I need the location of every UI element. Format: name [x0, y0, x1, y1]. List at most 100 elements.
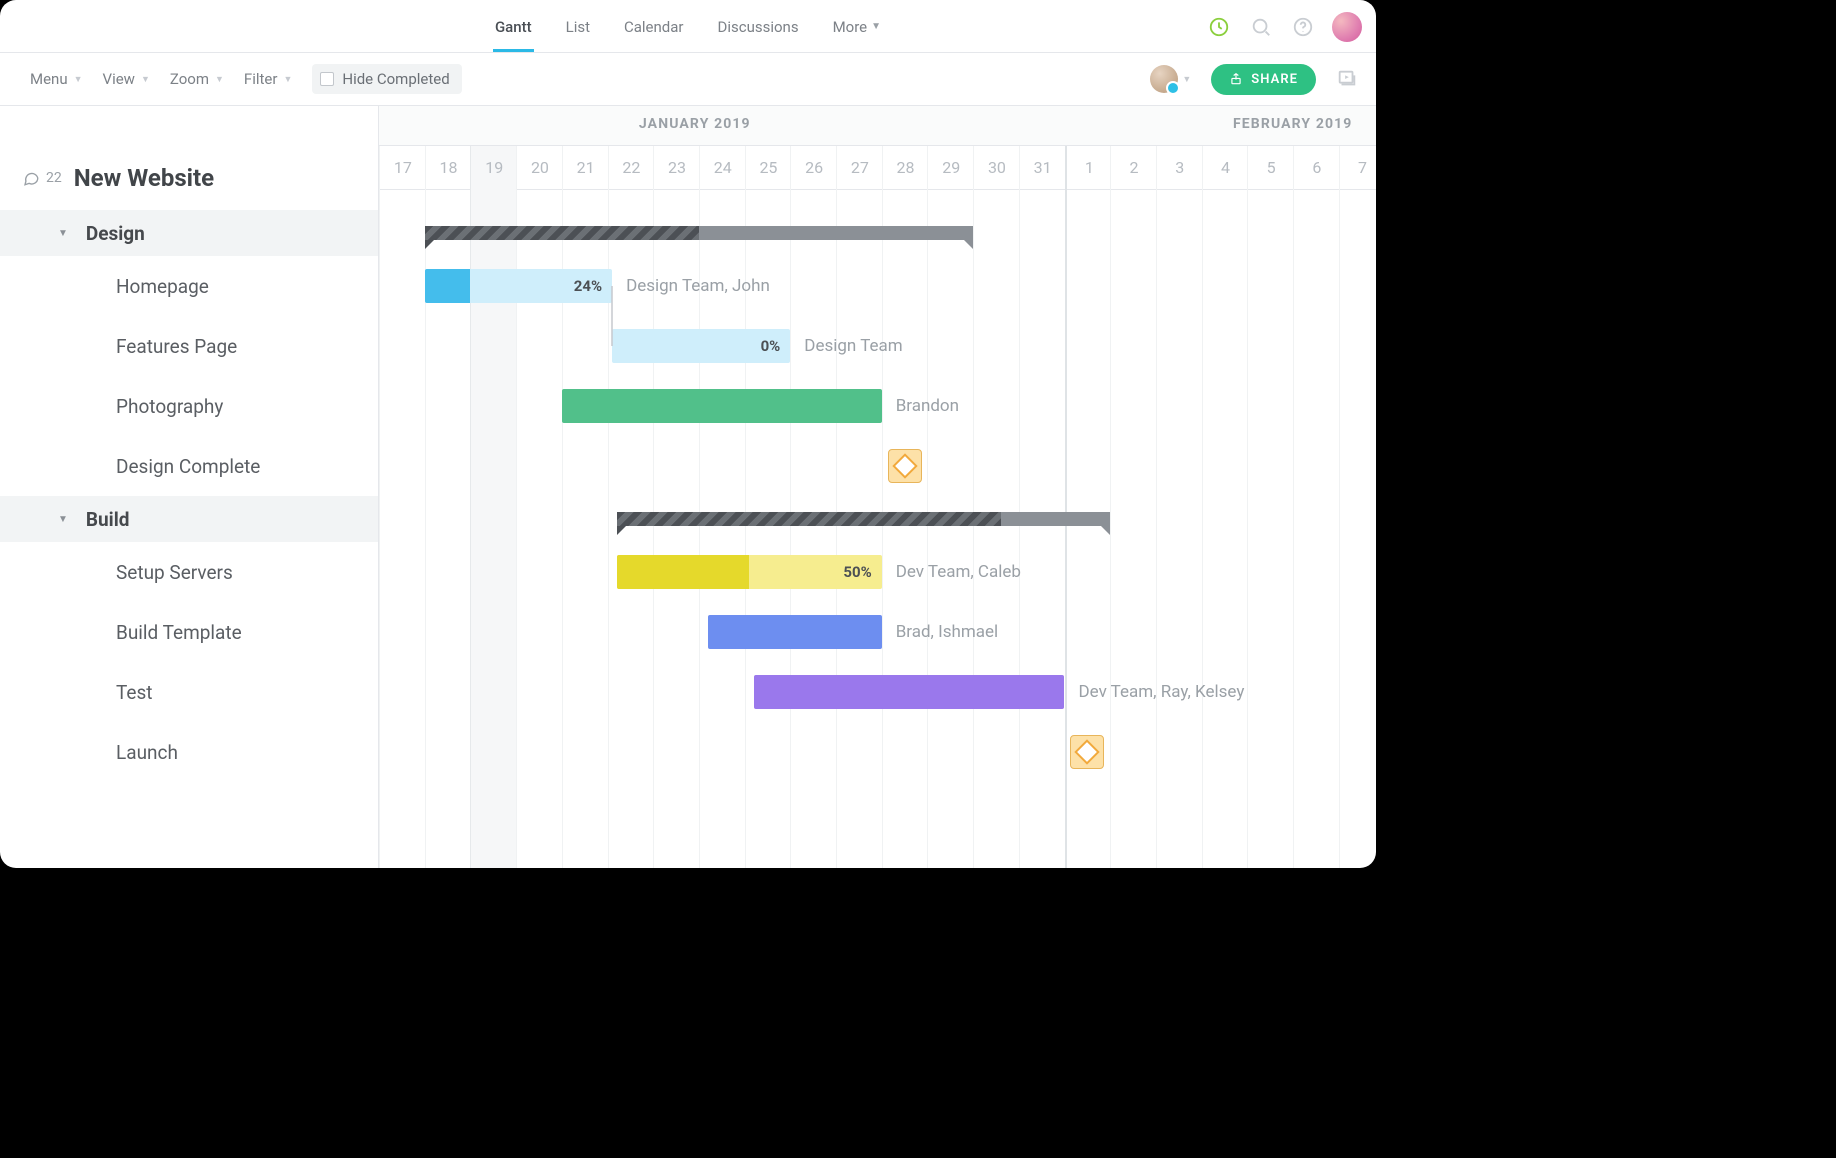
share-label: SHARE [1251, 72, 1298, 87]
zoom-label: Zoom [170, 70, 209, 88]
caret-down-icon: ▼ [871, 21, 881, 32]
task-list-sidebar: 22 New Website ▼DesignHomepageFeatures P… [0, 106, 379, 868]
task-row[interactable]: Features Page [0, 316, 378, 376]
group-row[interactable]: ▼Build [0, 496, 378, 542]
timeline-row [379, 722, 1376, 782]
day-number: 6 [1294, 158, 1340, 177]
comment-count-value: 22 [46, 170, 62, 186]
comment-count[interactable]: 22 [22, 169, 62, 187]
caret-down-icon: ▼ [1182, 74, 1191, 85]
help-icon[interactable] [1290, 14, 1316, 40]
tab-discussions[interactable]: Discussions [716, 1, 801, 52]
project-header: 22 New Website [0, 146, 378, 210]
timeline-row: 50% Dev Team, Caleb [379, 542, 1376, 602]
checkbox-icon [320, 72, 334, 86]
day-number: 3 [1157, 158, 1203, 177]
summary-bar[interactable] [617, 512, 1111, 526]
task-bar[interactable] [562, 389, 882, 423]
task-row[interactable]: Build Template [0, 602, 378, 662]
day-number: 24 [700, 158, 746, 177]
tab-more-label: More [833, 18, 868, 36]
assignee-filter[interactable]: ▼ [1150, 65, 1191, 93]
group-name: Build [86, 508, 130, 531]
zoom-dropdown[interactable]: Zoom▼ [170, 70, 224, 88]
task-bar[interactable] [754, 675, 1065, 709]
task-bar[interactable]: 50% [617, 555, 882, 589]
project-title[interactable]: New Website [74, 164, 214, 192]
filter-dropdown[interactable]: Filter▼ [244, 70, 292, 88]
day-number: 5 [1248, 158, 1294, 177]
tab-list[interactable]: List [564, 1, 592, 52]
day-number: 7 [1340, 158, 1376, 177]
progress-percent: 50% [843, 563, 871, 581]
hide-completed-label: Hide Completed [342, 70, 449, 88]
tab-gantt[interactable]: Gantt [493, 1, 534, 52]
search-icon[interactable] [1248, 14, 1274, 40]
gantt-chart[interactable]: JANUARY 2019FEBRUARY 2019 17181920212223… [379, 106, 1376, 868]
day-number: 30 [974, 158, 1020, 177]
caret-down-icon: ▼ [141, 74, 150, 85]
group-row[interactable]: ▼Design [0, 210, 378, 256]
summary-row [379, 210, 1376, 256]
timeline-body: 24%Design Team, John0%Design TeamBrandon… [379, 190, 1376, 782]
clock-icon[interactable] [1206, 14, 1232, 40]
avatar-icon [1150, 65, 1178, 93]
task-row[interactable]: Design Complete [0, 436, 378, 496]
day-number: 21 [563, 158, 609, 177]
group-name: Design [86, 222, 145, 245]
day-number: 18 [426, 158, 472, 177]
day-number: 20 [517, 158, 563, 177]
timeline-row: Brad, Ishmael [379, 602, 1376, 662]
tab-calendar[interactable]: Calendar [622, 1, 686, 52]
day-number: 2 [1111, 158, 1157, 177]
task-bar[interactable] [708, 615, 882, 649]
day-number: 31 [1020, 158, 1066, 177]
timeline-row: Brandon [379, 376, 1376, 436]
timeline-day-header: 1718192021222324252627282930311234567 [379, 146, 1376, 190]
timeline-row: Dev Team, Ray, Kelsey [379, 662, 1376, 722]
view-label: View [103, 70, 135, 88]
timeline-row [379, 436, 1376, 496]
assignee-label: Design Team [790, 316, 902, 376]
caret-down-icon: ▼ [74, 74, 83, 85]
top-nav: Gantt List Calendar Discussions More ▼ [0, 0, 1376, 53]
comment-icon [22, 169, 40, 187]
filter-label: Filter [244, 70, 278, 88]
task-row[interactable]: Test [0, 662, 378, 722]
assignee-label: Design Team, John [612, 256, 770, 316]
task-row[interactable]: Photography [0, 376, 378, 436]
assignee-label: Dev Team, Caleb [882, 542, 1021, 602]
presentation-icon[interactable] [1336, 68, 1358, 90]
task-row[interactable]: Setup Servers [0, 542, 378, 602]
task-bar[interactable]: 0% [612, 329, 790, 363]
task-row[interactable]: Homepage [0, 256, 378, 316]
menu-label: Menu [30, 70, 68, 88]
share-icon [1229, 72, 1243, 86]
task-row[interactable]: Launch [0, 722, 378, 782]
summary-bar[interactable] [425, 226, 973, 240]
day-number: 25 [746, 158, 792, 177]
assignee-label: Brad, Ishmael [882, 602, 998, 662]
user-avatar[interactable] [1332, 12, 1362, 42]
day-number: 26 [791, 158, 837, 177]
assignee-label: Dev Team, Ray, Kelsey [1065, 662, 1245, 722]
timeline-month-header: JANUARY 2019FEBRUARY 2019 [379, 106, 1376, 146]
view-dropdown[interactable]: View ▼ [103, 70, 150, 88]
tab-more[interactable]: More ▼ [831, 1, 883, 52]
day-number: 22 [609, 158, 655, 177]
day-number: 4 [1203, 158, 1249, 177]
month-label: FEBRUARY 2019 [1233, 116, 1352, 132]
milestone[interactable] [1070, 735, 1104, 769]
task-bar[interactable]: 24% [425, 269, 612, 303]
timeline-row: 0%Design Team [379, 316, 1376, 376]
menu-dropdown[interactable]: Menu ▼ [30, 70, 83, 88]
progress-fill [617, 555, 750, 589]
day-number: 23 [654, 158, 700, 177]
day-number: 19 [471, 158, 517, 177]
diamond-icon [892, 453, 917, 478]
milestone[interactable] [888, 449, 922, 483]
hide-completed-toggle[interactable]: Hide Completed [312, 64, 461, 94]
timeline-row: 24%Design Team, John [379, 256, 1376, 316]
day-number: 27 [837, 158, 883, 177]
share-button[interactable]: SHARE [1211, 64, 1316, 95]
